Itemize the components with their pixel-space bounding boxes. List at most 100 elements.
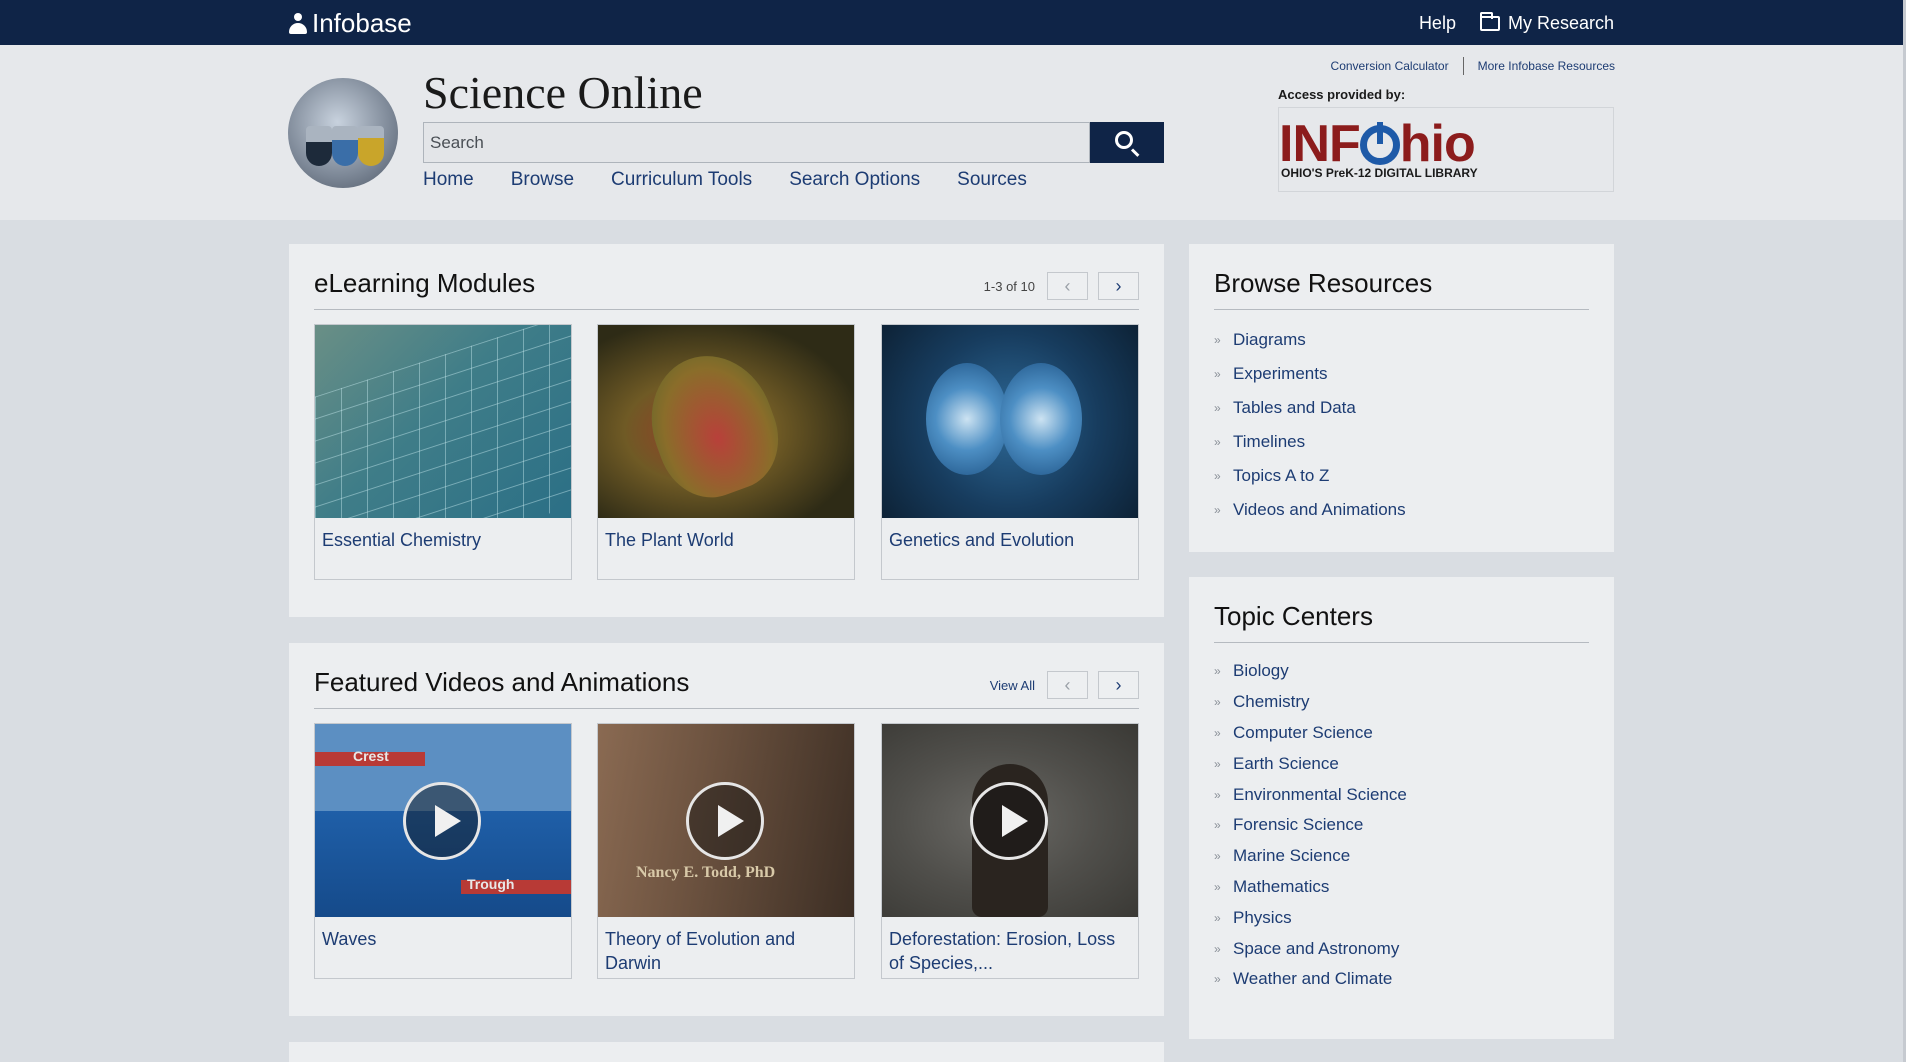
double-chevron-right-icon: »	[1214, 972, 1221, 987]
divider	[1462, 57, 1464, 75]
topic-item-label: Space and Astronomy	[1233, 938, 1400, 958]
double-chevron-right-icon: »	[1214, 787, 1221, 802]
venus-flytrap-thumbnail	[598, 325, 854, 518]
deforestation-thumbnail	[882, 724, 1138, 917]
double-chevron-right-icon: »	[1214, 849, 1221, 864]
topic-centers-list: » Biology » Chemistry » Computer Science » E…	[1214, 656, 1407, 995]
double-chevron-right-icon: »	[1214, 756, 1221, 771]
view-all-link[interactable]: View All	[990, 678, 1035, 693]
elearning-pager: 1-3 of 10 ‹ ›	[984, 272, 1139, 300]
infobase-person-icon	[288, 12, 308, 35]
topic-item-label: Mathematics	[1233, 876, 1330, 896]
elearning-prev-button[interactable]: ‹	[1047, 272, 1088, 300]
browse-item-label: Videos and Animations	[1233, 500, 1406, 519]
nav-home[interactable]: Home	[423, 169, 474, 191]
topic-item-label: Biology	[1233, 661, 1289, 681]
browse-item-diagrams[interactable]: » Diagrams	[1214, 323, 1406, 357]
cell-division-thumbnail	[882, 325, 1138, 518]
topic-item-computer-science[interactable]: » Computer Science	[1214, 718, 1407, 749]
science-online-logo[interactable]	[288, 78, 398, 188]
featured-videos-panel: Featured Videos and Animations View All …	[289, 643, 1164, 1016]
nav-search-options[interactable]: Search Options	[789, 169, 920, 191]
double-chevron-right-icon: »	[1214, 503, 1221, 517]
videos-prev-button[interactable]: ‹	[1047, 671, 1088, 699]
topic-item-biology[interactable]: » Biology	[1214, 656, 1407, 687]
video-card-evolution[interactable]: Nancy E. Todd, PhD Theory of Evolution a…	[597, 723, 855, 979]
flask-icon	[358, 126, 384, 166]
browse-resources-title: Browse Resources	[1214, 268, 1433, 298]
topic-item-chemistry[interactable]: » Chemistry	[1214, 687, 1407, 718]
card-title: Waves	[322, 929, 377, 949]
play-icon[interactable]	[970, 782, 1048, 860]
video-card-waves[interactable]: Crest Trough Waves	[314, 723, 572, 979]
help-link[interactable]: Help	[1419, 13, 1456, 34]
elearning-count: 1-3 of 10	[983, 278, 1035, 294]
card-title: The Plant World	[605, 530, 734, 550]
nav-curriculum-tools[interactable]: Curriculum Tools	[611, 169, 752, 191]
card-title: Theory of Evolution and Darwin	[605, 929, 796, 973]
featured-videos-title: Featured Videos and Animations	[314, 667, 690, 697]
topic-item-forensic-science[interactable]: » Forensic Science	[1214, 810, 1407, 841]
elearning-card-chemistry[interactable]: Essential Chemistry	[314, 324, 572, 580]
browse-resources-list: » Diagrams » Experiments » Tables and Data …	[1214, 323, 1406, 527]
conversion-calculator-link[interactable]: Conversion Calculator	[1331, 59, 1449, 73]
infobase-logo[interactable]: Infobase	[288, 8, 412, 39]
browse-item-topics-a-to-z[interactable]: » Topics A to Z	[1214, 459, 1406, 493]
topic-item-earth-science[interactable]: » Earth Science	[1214, 748, 1407, 779]
waves-thumbnail: Crest Trough	[315, 724, 571, 917]
my-research-link[interactable]: My Research	[1479, 12, 1614, 34]
topic-item-label: Forensic Science	[1233, 815, 1364, 835]
my-research-label: My Research	[1507, 13, 1614, 33]
topic-item-physics[interactable]: » Physics	[1214, 902, 1407, 933]
nav-sources[interactable]: Sources	[957, 169, 1027, 191]
browse-item-videos-and-animations[interactable]: » Videos and Animations	[1214, 493, 1406, 527]
videos-next-button[interactable]: ›	[1098, 671, 1139, 699]
browse-item-timelines[interactable]: » Timelines	[1214, 425, 1406, 459]
next-panel-peek	[289, 1042, 1164, 1062]
search-input[interactable]	[423, 122, 1090, 163]
elearning-card-plant-world[interactable]: The Plant World	[597, 324, 855, 580]
double-chevron-right-icon: »	[1214, 695, 1221, 710]
elearning-next-button[interactable]: ›	[1098, 272, 1139, 300]
chevron-left-icon: ‹	[1064, 674, 1071, 695]
provider-logo[interactable]: INF hio OHIO'S PreK-12 DIGITAL LIBRARY	[1278, 107, 1614, 192]
double-chevron-right-icon: »	[1214, 435, 1221, 449]
more-infobase-resources-link[interactable]: More Infobase Resources	[1478, 59, 1615, 73]
browse-item-tables-and-data[interactable]: » Tables and Data	[1214, 391, 1406, 425]
main-nav: Home Browse Curriculum Tools Search Opti…	[423, 169, 1027, 191]
chevron-right-icon: ›	[1115, 674, 1122, 695]
double-chevron-right-icon: »	[1214, 879, 1221, 894]
power-icon	[1359, 122, 1400, 165]
elearning-card-genetics[interactable]: Genetics and Evolution	[881, 324, 1139, 580]
browse-item-label: Tables and Data	[1233, 398, 1356, 417]
card-title: Genetics and Evolution	[889, 530, 1075, 550]
topic-item-environmental-science[interactable]: » Environmental Science	[1214, 779, 1407, 810]
card-title: Essential Chemistry	[322, 530, 482, 550]
evolution-thumbnail: Nancy E. Todd, PhD	[598, 724, 854, 917]
browse-item-label: Topics A to Z	[1233, 466, 1330, 485]
video-card-deforestation[interactable]: Deforestation: Erosion, Loss of Species,…	[881, 723, 1139, 979]
browse-item-experiments[interactable]: » Experiments	[1214, 357, 1406, 391]
play-icon[interactable]	[686, 782, 764, 860]
topic-centers-panel: Topic Centers » Biology » Chemistry » Compu…	[1189, 577, 1614, 1039]
flask-icon	[332, 126, 358, 166]
search-button[interactable]	[1090, 122, 1164, 163]
videos-pager: View All ‹ ›	[990, 671, 1139, 699]
access-provided-label: Access provided by:	[1278, 87, 1406, 102]
nav-browse[interactable]: Browse	[511, 169, 574, 191]
play-icon[interactable]	[403, 782, 481, 860]
double-chevron-right-icon: »	[1214, 725, 1221, 740]
double-chevron-right-icon: »	[1214, 941, 1221, 956]
top-bar: Infobase Help My Research	[0, 0, 1906, 45]
topic-item-weather-and-climate[interactable]: » Weather and Climate	[1214, 964, 1407, 995]
topic-item-marine-science[interactable]: » Marine Science	[1214, 841, 1407, 872]
speaker-caption: Nancy E. Todd, PhD	[636, 864, 776, 881]
search-bar	[423, 122, 1164, 163]
elearning-panel: eLearning Modules 1-3 of 10 ‹ › Essentia…	[289, 244, 1164, 617]
topic-item-space-and-astronomy[interactable]: » Space and Astronomy	[1214, 933, 1407, 964]
topic-item-label: Physics	[1233, 907, 1292, 927]
crest-label: Crest	[353, 748, 389, 764]
infohio-wordmark: INF hio	[1279, 115, 1476, 173]
double-chevron-right-icon: »	[1214, 910, 1221, 925]
topic-item-mathematics[interactable]: » Mathematics	[1214, 872, 1407, 903]
